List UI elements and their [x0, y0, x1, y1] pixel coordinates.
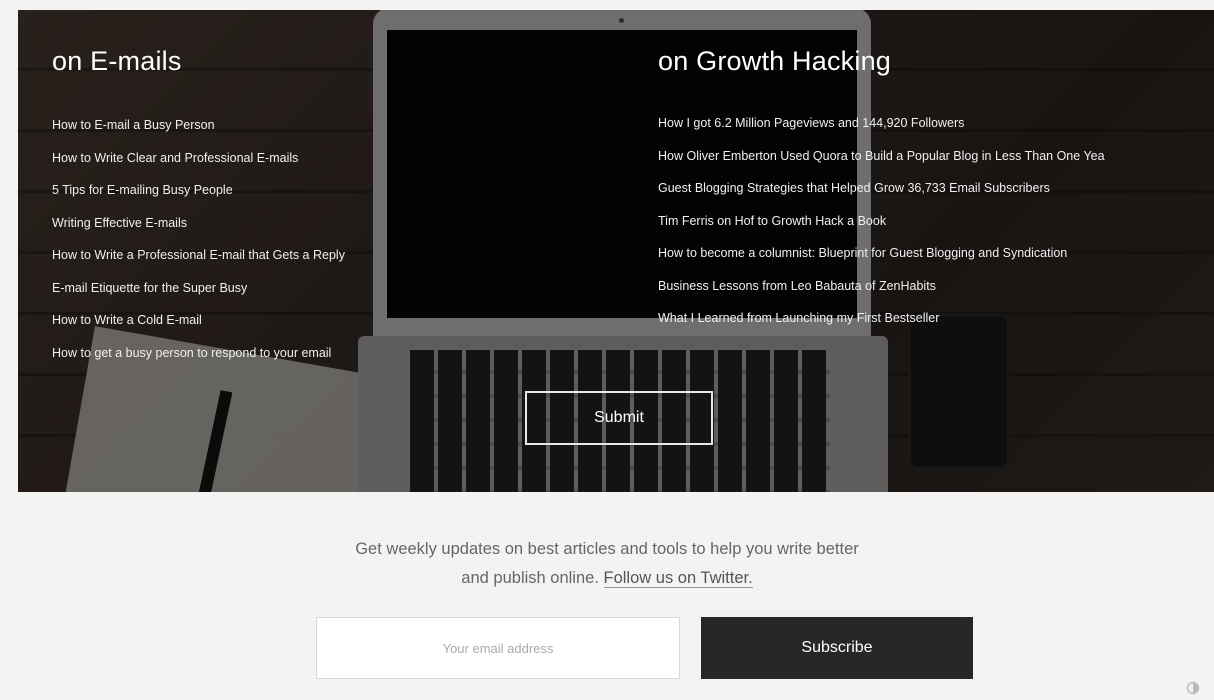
growth-article-link[interactable]: Business Lessons from Leo Babauta of Zen… — [658, 270, 1105, 303]
email-article-link[interactable]: How to Write a Cold E-mail — [52, 304, 345, 337]
subscribe-button[interactable]: Subscribe — [701, 617, 973, 679]
newsletter-line-2-prefix: and publish online. — [461, 569, 599, 587]
growth-article-link[interactable]: Guest Blogging Strategies that Helped Gr… — [658, 172, 1105, 205]
submit-button[interactable]: Submit — [525, 391, 713, 445]
newsletter-text: Get weekly updates on best articles and … — [0, 535, 1214, 593]
emails-heading: on E-mails — [52, 46, 182, 76]
email-article-link[interactable]: How to Write Clear and Professional E-ma… — [52, 142, 345, 175]
email-article-link[interactable]: Writing Effective E-mails — [52, 207, 345, 240]
growth-article-link[interactable]: What I Learned from Launching my First B… — [658, 302, 1105, 335]
email-article-link[interactable]: How to E-mail a Busy Person — [52, 109, 345, 142]
email-input[interactable] — [316, 617, 680, 679]
growth-article-link[interactable]: How to become a columnist: Blueprint for… — [658, 237, 1105, 270]
email-article-link[interactable]: How to Write a Professional E-mail that … — [52, 239, 345, 272]
newsletter-line-1: Get weekly updates on best articles and … — [355, 540, 859, 558]
emails-column: on E-mails How to E-mail a Busy Person H… — [52, 46, 345, 369]
loading-icon — [1186, 681, 1200, 695]
growth-article-link[interactable]: Tim Ferris on Hof to Growth Hack a Book — [658, 205, 1105, 238]
growth-hacking-link-list: How I got 6.2 Million Pageviews and 144,… — [658, 107, 1105, 335]
hero-banner: on E-mails How to E-mail a Busy Person H… — [18, 10, 1214, 492]
newsletter-line-2: and publish online. Follow us on Twitter… — [0, 564, 1214, 593]
emails-link-list: How to E-mail a Busy Person How to Write… — [52, 109, 345, 369]
growth-article-link[interactable]: How Oliver Emberton Used Quora to Build … — [658, 140, 1105, 173]
email-article-link[interactable]: 5 Tips for E-mailing Busy People — [52, 174, 345, 207]
twitter-link[interactable]: Follow us on Twitter. — [603, 569, 753, 588]
email-article-link[interactable]: How to get a busy person to respond to y… — [52, 337, 345, 370]
growth-hacking-heading: on Growth Hacking — [658, 46, 892, 76]
growth-article-link[interactable]: How I got 6.2 Million Pageviews and 144,… — [658, 107, 1105, 140]
growth-hacking-column: on Growth Hacking How I got 6.2 Million … — [658, 46, 1105, 335]
email-article-link[interactable]: E-mail Etiquette for the Super Busy — [52, 272, 345, 305]
